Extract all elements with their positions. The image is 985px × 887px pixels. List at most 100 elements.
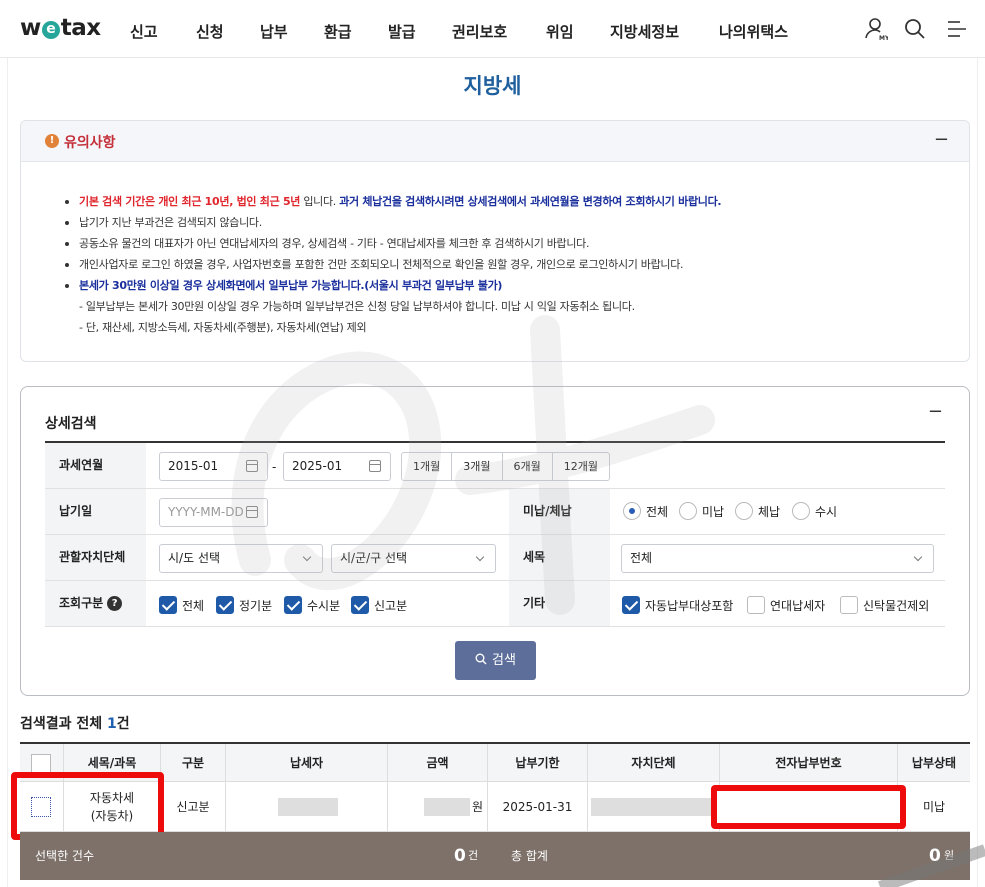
- radio-button[interactable]: [792, 502, 810, 520]
- col-municipality: 자치단체: [588, 744, 720, 782]
- select-all-checkbox[interactable]: [31, 754, 51, 774]
- period-1month-button[interactable]: 1개월: [402, 453, 453, 480]
- total-amount-label: 총 합계: [511, 849, 548, 863]
- redacted-amount: [424, 798, 470, 816]
- radio-button[interactable]: [679, 502, 697, 520]
- inquiry-all-checkbox[interactable]: 전체: [159, 596, 204, 614]
- period-12month-button[interactable]: 12개월: [553, 453, 609, 480]
- detail-search-title: 상세검색: [45, 416, 97, 432]
- joint-taxpayer-checkbox[interactable]: 연대납세자: [747, 596, 825, 614]
- inquiry-regular-checkbox[interactable]: 정기분: [216, 596, 272, 614]
- results-title: 검색결과 전체 1건: [20, 716, 130, 732]
- selected-count-unit: 건: [468, 849, 479, 862]
- notice-subitem: - 일부납부는 본세가 30만원 이상일 경우 가능하며 일부납부건은 신청 당…: [79, 300, 635, 313]
- radio-occasional[interactable]: 수시: [792, 502, 837, 520]
- notice-item: 본세가 30만원 이상일 경우 상세화면에서 일부납부 가능합니다.(서울시 부…: [63, 275, 721, 296]
- col-amount: 금액: [388, 744, 488, 782]
- radio-button[interactable]: [735, 502, 753, 520]
- summary-bar: 선택한 건수 0 건 총 합계 0 원: [20, 832, 970, 880]
- inquiry-type-label: 조회구분?: [45, 581, 146, 626]
- due-date-row: 납기일 YYYY-MM-DD 미납/체납 전체 미납 체납 수시: [45, 489, 945, 535]
- total-amount-unit: 원: [944, 849, 955, 862]
- notice-item: 공동소유 물건의 대표자가 아닌 연대납세자의 경우, 상세검색 - 기타 - …: [63, 233, 721, 254]
- nav-item-localtax-info[interactable]: 지방세정보: [610, 21, 679, 42]
- search-button[interactable]: 검색: [455, 641, 536, 680]
- nav-item-issue[interactable]: 발급: [388, 21, 416, 42]
- row-amount: 원: [388, 782, 488, 832]
- chevron-down-icon: [302, 552, 312, 562]
- notice-subitem: - 단, 재산세, 지방소득세, 자동차세(주행분), 자동차세(연납) 제외: [79, 321, 367, 334]
- notice-title: 유의사항: [64, 135, 116, 151]
- search-icon[interactable]: [903, 17, 927, 41]
- due-date-label: 납기일: [45, 489, 146, 534]
- etc-label: 기타: [509, 581, 610, 626]
- selected-count-value: 0: [454, 846, 466, 866]
- menu-icon[interactable]: [945, 17, 969, 41]
- notice-list: 기본 검색 기간은 개인 최근 10년, 법인 최근 5년 입니다. 과거 체납…: [63, 191, 722, 338]
- period-3month-button[interactable]: 3개월: [452, 453, 503, 480]
- row-type: 신고분: [161, 782, 226, 832]
- tax-period-from-input[interactable]: 2015-01: [159, 452, 268, 481]
- calendar-icon[interactable]: [369, 460, 381, 472]
- user-my-icon[interactable]: MY: [864, 17, 888, 41]
- search-icon: [475, 653, 487, 665]
- notice-header[interactable]: ! 유의사항 −: [21, 121, 969, 162]
- col-type: 구분: [161, 744, 226, 782]
- jurisdiction-row: 관할자치단체 시/도 선택 시/군/구 선택 세목 전체: [45, 535, 945, 581]
- nav-item-refund[interactable]: 환급: [324, 21, 352, 42]
- warning-icon: !: [45, 134, 59, 148]
- jurisdiction-label: 관할자치단체: [45, 535, 146, 580]
- top-header: w e tax 신고 신청 납부 환급 발급 권리보호 위임 지방세정보 나의위택스…: [0, 0, 985, 58]
- row-taxpayer: [226, 782, 388, 832]
- help-icon[interactable]: ?: [107, 596, 123, 611]
- unpaid-label: 미납/체납: [509, 489, 610, 534]
- selected-count-label: 선택한 건수: [35, 849, 95, 863]
- row-due-date: 2025-01-31: [488, 782, 588, 832]
- highlight-box-epay-number: [711, 785, 906, 829]
- tax-item-select[interactable]: 전체: [621, 544, 934, 573]
- range-separator: -: [272, 460, 277, 474]
- redacted-municipality: [591, 798, 717, 816]
- radio-unpaid[interactable]: 미납: [679, 502, 724, 520]
- col-payment-status: 납부상태: [911, 756, 957, 770]
- calendar-icon[interactable]: [246, 506, 258, 518]
- radio-all[interactable]: 전체: [623, 502, 668, 520]
- due-date-input[interactable]: YYYY-MM-DD: [159, 498, 268, 527]
- period-6month-button[interactable]: 6개월: [503, 453, 553, 480]
- period-button-group: 1개월 3개월 6개월 12개월: [401, 452, 610, 481]
- svg-text:MY: MY: [879, 35, 888, 41]
- row-payment-status: 미납: [922, 800, 946, 814]
- inquiry-report-checkbox[interactable]: 신고분: [351, 596, 407, 614]
- col-due-date: 납부기한: [488, 744, 588, 782]
- notice-item: 납기가 지난 부과건은 검색되지 않습니다.: [63, 212, 721, 233]
- inquiry-occasional-checkbox[interactable]: 수시분: [284, 596, 340, 614]
- row-municipality: [588, 782, 720, 832]
- radio-button-selected[interactable]: [623, 502, 641, 520]
- col-epay-number: 전자납부번호: [720, 744, 898, 782]
- notice-collapse-icon[interactable]: −: [934, 129, 949, 150]
- nav-item-rights[interactable]: 권리보호: [452, 21, 507, 42]
- inquiry-type-row: 조회구분? 전체 정기분 수시분 신고분 기타 자동납부대상포함 연대납세자 신…: [45, 581, 945, 627]
- nav-item-my-wetax[interactable]: 나의위택스: [719, 21, 788, 42]
- trust-exclude-checkbox[interactable]: 신탁물건제외: [840, 596, 929, 614]
- nav-item-delegate[interactable]: 위임: [546, 21, 574, 42]
- highlight-box-tax-item: [11, 772, 164, 840]
- radio-delinquent[interactable]: 체납: [735, 502, 780, 520]
- wetax-logo[interactable]: w e tax: [20, 15, 101, 41]
- nav-item-pay[interactable]: 납부: [260, 21, 288, 42]
- autopay-include-checkbox[interactable]: 자동납부대상포함: [622, 596, 733, 614]
- calendar-icon[interactable]: [246, 460, 258, 472]
- tax-period-to-input[interactable]: 2025-01: [283, 452, 391, 481]
- search-collapse-icon[interactable]: −: [928, 401, 943, 422]
- nav-item-report[interactable]: 신고: [130, 21, 158, 42]
- sigungu-select[interactable]: 시/군/구 선택: [331, 544, 496, 573]
- nav-item-apply[interactable]: 신청: [196, 21, 224, 42]
- chevron-down-icon: [913, 552, 923, 562]
- col-taxpayer: 납세자: [226, 744, 388, 782]
- sido-select[interactable]: 시/도 선택: [159, 544, 323, 573]
- notice-item: 기본 검색 기간은 개인 최근 10년, 법인 최근 5년 입니다. 과거 체납…: [63, 191, 722, 212]
- notice-box: ! 유의사항 − 기본 검색 기간은 개인 최근 10년, 법인 최근 5년 입…: [20, 120, 970, 362]
- page-title: 지방세: [463, 74, 522, 98]
- tax-period-row: 과세연월 2015-01 - 2025-01 1개월 3개월 6개월 12개월: [45, 443, 945, 489]
- redacted-taxpayer: [278, 798, 338, 816]
